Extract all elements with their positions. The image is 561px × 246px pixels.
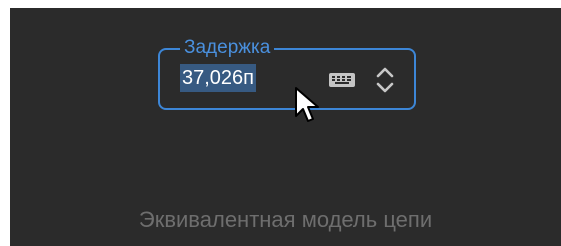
equivalent-circuit-model-label: Эквивалентная модель цепи [138,207,433,232]
keyboard-icon[interactable] [326,68,358,92]
up-down-chevron-icon[interactable] [370,62,400,98]
delay-value-input[interactable]: 37,026п [180,64,257,92]
mouse-pointer-icon [294,86,324,128]
delay-field-label: Задержка [180,36,275,60]
settings-panel: Задержка 37,026п Эквивалентная модель це… [10,8,561,246]
delay-field[interactable]: Задержка 37,026п [158,36,416,110]
